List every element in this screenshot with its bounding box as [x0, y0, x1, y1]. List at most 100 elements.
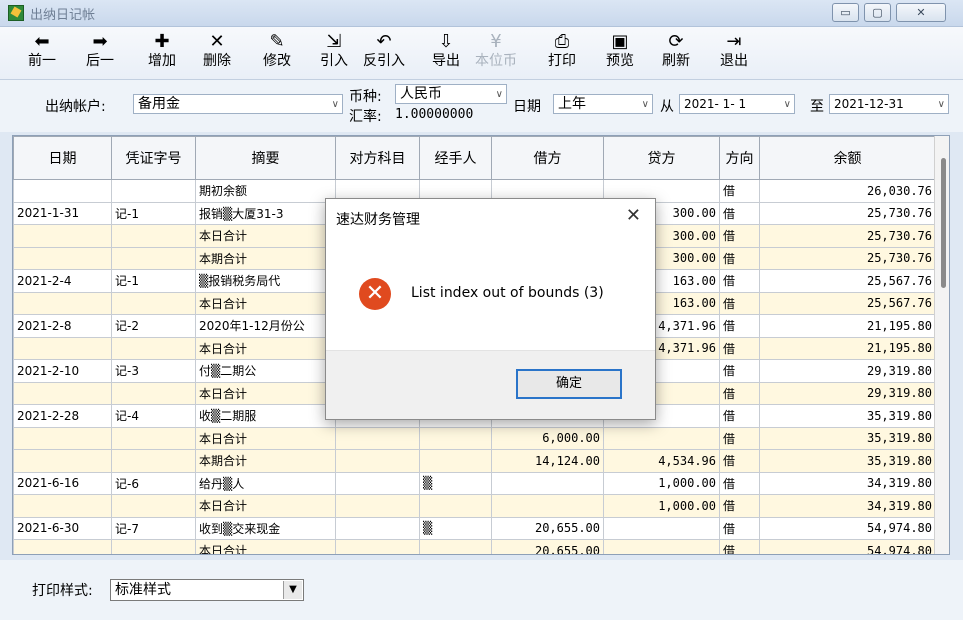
- column-header[interactable]: 借方: [491, 136, 604, 180]
- column-header[interactable]: 凭证字号: [111, 136, 196, 180]
- table-cell: 借: [719, 201, 760, 225]
- to-label: 至: [810, 99, 824, 115]
- column-header[interactable]: 摘要: [195, 136, 336, 180]
- date-range-select[interactable]: 上年 ∨: [553, 94, 653, 114]
- scrollbar-thumb[interactable]: [941, 158, 946, 288]
- preview-icon: ▣: [611, 31, 629, 52]
- toolbar-button-7[interactable]: ⇩ 导出: [424, 31, 468, 77]
- table-cell: [111, 291, 196, 315]
- column-header[interactable]: 余额: [759, 136, 936, 180]
- table-cell: [335, 494, 420, 518]
- table-cell: ▒: [419, 471, 492, 495]
- toolbar-button-1[interactable]: ➡ 后一: [78, 31, 122, 77]
- table-cell: 2021-2-8: [13, 314, 112, 338]
- toolbar-button-4[interactable]: ✎ 修改: [255, 31, 299, 77]
- toolbar-button-10[interactable]: ▣ 预览: [598, 31, 642, 77]
- rate-label: 汇率:: [349, 109, 382, 125]
- arrow-left-icon: ⬅: [34, 31, 50, 52]
- currency-select[interactable]: 人民币 ∨: [395, 84, 507, 104]
- table-cell: 29,319.80: [759, 359, 936, 383]
- rate-value: 1.00000000: [395, 107, 474, 122]
- close-icon[interactable]: ✕: [626, 205, 641, 226]
- table-cell: 35,319.80: [759, 404, 936, 428]
- table-cell: 2021-2-4: [13, 269, 112, 293]
- table-cell: [13, 494, 112, 518]
- toolbar-label: 本位币: [475, 53, 517, 69]
- toolbar-label: 导出: [432, 53, 460, 69]
- ok-button[interactable]: 确定: [516, 369, 622, 399]
- table-cell: [111, 449, 196, 473]
- print-style-select[interactable]: 标准样式 ▼: [110, 579, 304, 601]
- column-header[interactable]: 经手人: [419, 136, 492, 180]
- table-cell: 本日合计: [195, 494, 336, 518]
- table-cell: 借: [719, 426, 760, 450]
- table-cell: [111, 246, 196, 270]
- account-label: 出纳帐户:: [45, 99, 106, 115]
- maximize-button[interactable]: ▢: [864, 3, 891, 22]
- table-cell: [335, 516, 420, 540]
- from-date-picker[interactable]: 2021- 1- 1 ∨: [679, 94, 795, 114]
- table-cell: 6,000.00: [491, 426, 604, 450]
- chevron-down-icon: ∨: [937, 99, 945, 110]
- table-cell: 记-7: [111, 516, 196, 540]
- toolbar-label: 后一: [86, 53, 114, 69]
- column-header[interactable]: 对方科目: [335, 136, 420, 180]
- vertical-scrollbar[interactable]: [934, 136, 949, 554]
- column-header[interactable]: 日期: [13, 136, 112, 180]
- table-cell: 20,655.00: [491, 539, 604, 554]
- table-cell: [491, 494, 604, 518]
- column-header[interactable]: 贷方: [603, 136, 720, 180]
- toolbar-button-12[interactable]: ⇥ 退出: [712, 31, 756, 77]
- account-select[interactable]: 备用金 ∨: [133, 94, 343, 114]
- toolbar-button-0[interactable]: ⬅ 前一: [20, 31, 64, 77]
- toolbar-label: 预览: [606, 53, 634, 69]
- dropdown-arrow-icon[interactable]: ▼: [283, 581, 302, 599]
- table-cell: 本日合计: [195, 291, 336, 315]
- table-row[interactable]: 本日合计 20,655.00 借 54,974.80: [13, 539, 936, 554]
- table-cell: 借: [719, 539, 760, 554]
- table-cell: 借: [719, 449, 760, 473]
- table-cell: 借: [719, 246, 760, 270]
- toolbar-button-5[interactable]: ⇲ 引入: [312, 31, 356, 77]
- table-cell: [111, 494, 196, 518]
- to-date-picker[interactable]: 2021-12-31 ∨: [829, 94, 949, 114]
- toolbar-button-3[interactable]: ✕ 删除: [195, 31, 239, 77]
- table-cell: [111, 179, 196, 203]
- table-row[interactable]: 本日合计 1,000.00 借 34,319.80: [13, 494, 936, 518]
- toolbar-button-6[interactable]: ↶ 反引入: [362, 31, 406, 77]
- minimize-button[interactable]: ▭: [832, 3, 859, 22]
- close-window-button[interactable]: ✕: [896, 3, 946, 22]
- table-cell: [111, 539, 196, 554]
- table-cell: 本日合计: [195, 224, 336, 248]
- filter-bar: 出纳帐户: 备用金 ∨ 币种: 人民币 ∨ 汇率: 1.00000000 日期 上年…: [0, 80, 963, 132]
- table-cell: 2021-1-31: [13, 201, 112, 225]
- table-cell: 记-4: [111, 404, 196, 428]
- table-cell: 20,655.00: [491, 516, 604, 540]
- table-row[interactable]: 本日合计 6,000.00 借 35,319.80: [13, 426, 936, 450]
- table-cell: [13, 291, 112, 315]
- table-row[interactable]: 本期合计 14,124.00 4,534.96 借 35,319.80: [13, 449, 936, 473]
- currency-label: 币种:: [349, 89, 382, 105]
- chevron-down-icon: ∨: [331, 99, 339, 110]
- table-row[interactable]: 2021-6-30 记-7 收到▒交来现金 ▒ 20,655.00 借 54,974.80: [13, 516, 936, 540]
- export-icon: ⇩: [438, 31, 454, 52]
- toolbar-label: 引入: [320, 53, 348, 69]
- table-row[interactable]: 2021-6-16 记-6 给丹▒人 ▒ 1,000.00 借 34,319.80: [13, 471, 936, 495]
- table-cell: 25,567.76: [759, 269, 936, 293]
- edit-icon: ✎: [269, 31, 285, 52]
- toolbar-button-11[interactable]: ⟳ 刷新: [654, 31, 698, 77]
- table-cell: [13, 336, 112, 360]
- toolbar-label: 退出: [720, 53, 748, 69]
- currency-icon: ¥: [490, 31, 502, 52]
- table-cell: 借: [719, 404, 760, 428]
- toolbar-button-9[interactable]: ⎙ 打印: [540, 31, 584, 77]
- table-cell: 借: [719, 494, 760, 518]
- date-label: 日期: [513, 99, 541, 115]
- table-cell: ▒报销税务局代: [195, 269, 336, 293]
- table-cell: 4,534.96: [603, 449, 720, 473]
- column-header[interactable]: 方向: [719, 136, 760, 180]
- table-cell: 借: [719, 179, 760, 203]
- toolbar-button-2[interactable]: ✚ 增加: [140, 31, 184, 77]
- table-cell: 25,730.76: [759, 201, 936, 225]
- table-cell: [419, 426, 492, 450]
